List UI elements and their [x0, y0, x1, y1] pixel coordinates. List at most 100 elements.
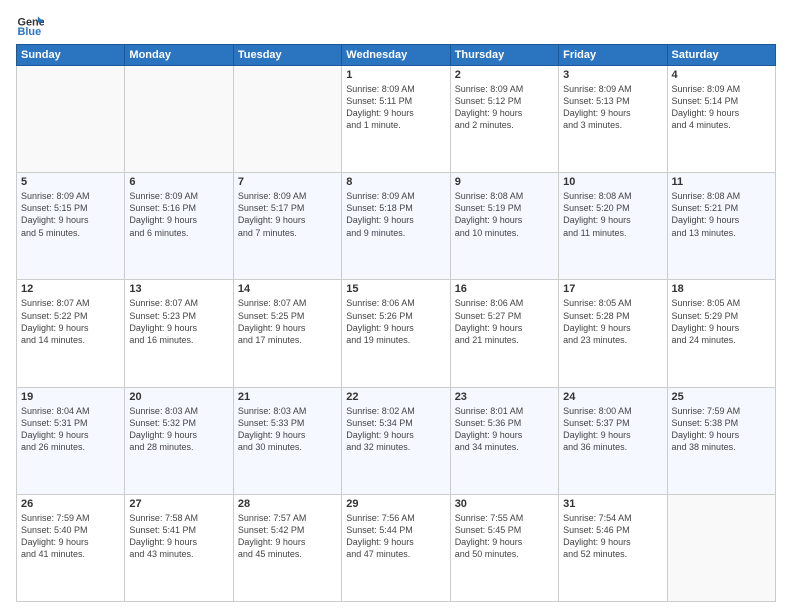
calendar-cell: 12 Sunrise: 8:07 AM Sunset: 5:22 PM Dayli…: [17, 280, 125, 387]
weekday-header-friday: Friday: [559, 45, 667, 66]
day-number: 5: [21, 176, 120, 188]
logo-icon: General Blue: [16, 10, 44, 38]
day-info: Sunrise: 8:09 AM Sunset: 5:14 PM Dayligh…: [672, 83, 771, 132]
day-number: 7: [238, 176, 337, 188]
day-number: 23: [455, 391, 554, 403]
day-number: 11: [672, 176, 771, 188]
week-row-5: 26 Sunrise: 7:59 AM Sunset: 5:40 PM Dayli…: [17, 494, 776, 601]
day-number: 2: [455, 69, 554, 81]
day-number: 31: [563, 498, 662, 510]
calendar-cell: 29 Sunrise: 7:56 AM Sunset: 5:44 PM Dayli…: [342, 494, 450, 601]
header: General Blue: [16, 10, 776, 38]
day-info: Sunrise: 8:09 AM Sunset: 5:16 PM Dayligh…: [129, 190, 228, 239]
calendar-cell: 8 Sunrise: 8:09 AM Sunset: 5:18 PM Daylig…: [342, 173, 450, 280]
day-info: Sunrise: 7:54 AM Sunset: 5:46 PM Dayligh…: [563, 512, 662, 561]
day-info: Sunrise: 8:05 AM Sunset: 5:28 PM Dayligh…: [563, 297, 662, 346]
day-info: Sunrise: 8:09 AM Sunset: 5:17 PM Dayligh…: [238, 190, 337, 239]
day-number: 26: [21, 498, 120, 510]
weekday-header-row: SundayMondayTuesdayWednesdayThursdayFrid…: [17, 45, 776, 66]
day-number: 4: [672, 69, 771, 81]
calendar-cell: 6Sunrise: 8:09 AM Sunset: 5:16 PM Daylig…: [125, 173, 233, 280]
day-info: Sunrise: 8:07 AM Sunset: 5:23 PM Dayligh…: [129, 297, 228, 346]
week-row-1: 1 Sunrise: 8:09 AM Sunset: 5:11 PM Daylig…: [17, 66, 776, 173]
calendar-cell: 25 Sunrise: 7:59 AM Sunset: 5:38 PM Dayli…: [667, 387, 775, 494]
calendar-cell: 20 Sunrise: 8:03 AM Sunset: 5:32 PM Dayli…: [125, 387, 233, 494]
calendar-cell: 14 Sunrise: 8:07 AM Sunset: 5:25 PM Dayli…: [233, 280, 341, 387]
day-info: Sunrise: 7:59 AM Sunset: 5:38 PM Dayligh…: [672, 405, 771, 454]
day-info: Sunrise: 8:08 AM Sunset: 5:21 PM Dayligh…: [672, 190, 771, 239]
day-info: Sunrise: 8:09 AM Sunset: 5:11 PM Dayligh…: [346, 83, 445, 132]
day-number: 22: [346, 391, 445, 403]
day-info: Sunrise: 8:08 AM Sunset: 5:19 PM Dayligh…: [455, 190, 554, 239]
day-info: Sunrise: 8:06 AM Sunset: 5:27 PM Dayligh…: [455, 297, 554, 346]
calendar-cell: [17, 66, 125, 173]
day-number: 16: [455, 283, 554, 295]
calendar-cell: 26 Sunrise: 7:59 AM Sunset: 5:40 PM Dayli…: [17, 494, 125, 601]
week-row-4: 19Sunrise: 8:04 AM Sunset: 5:31 PM Dayli…: [17, 387, 776, 494]
day-number: 14: [238, 283, 337, 295]
day-number: 19: [21, 391, 120, 403]
calendar-cell: 13 Sunrise: 8:07 AM Sunset: 5:23 PM Dayli…: [125, 280, 233, 387]
day-info: Sunrise: 8:07 AM Sunset: 5:25 PM Dayligh…: [238, 297, 337, 346]
day-number: 20: [129, 391, 228, 403]
calendar-cell: 15Sunrise: 8:06 AM Sunset: 5:26 PM Dayli…: [342, 280, 450, 387]
calendar-cell: 2 Sunrise: 8:09 AM Sunset: 5:12 PM Daylig…: [450, 66, 558, 173]
day-number: 28: [238, 498, 337, 510]
day-info: Sunrise: 8:05 AM Sunset: 5:29 PM Dayligh…: [672, 297, 771, 346]
calendar-cell: [667, 494, 775, 601]
day-info: Sunrise: 8:09 AM Sunset: 5:18 PM Dayligh…: [346, 190, 445, 239]
day-info: Sunrise: 7:58 AM Sunset: 5:41 PM Dayligh…: [129, 512, 228, 561]
day-number: 21: [238, 391, 337, 403]
week-row-2: 5 Sunrise: 8:09 AM Sunset: 5:15 PM Daylig…: [17, 173, 776, 280]
day-number: 8: [346, 176, 445, 188]
day-number: 30: [455, 498, 554, 510]
day-info: Sunrise: 8:03 AM Sunset: 5:32 PM Dayligh…: [129, 405, 228, 454]
day-info: Sunrise: 8:02 AM Sunset: 5:34 PM Dayligh…: [346, 405, 445, 454]
weekday-header-sunday: Sunday: [17, 45, 125, 66]
calendar-cell: 11 Sunrise: 8:08 AM Sunset: 5:21 PM Dayli…: [667, 173, 775, 280]
weekday-header-wednesday: Wednesday: [342, 45, 450, 66]
page: General Blue SundayMondayTuesdayWednesda…: [0, 0, 792, 612]
day-number: 17: [563, 283, 662, 295]
day-number: 24: [563, 391, 662, 403]
day-info: Sunrise: 7:57 AM Sunset: 5:42 PM Dayligh…: [238, 512, 337, 561]
calendar-cell: 31 Sunrise: 7:54 AM Sunset: 5:46 PM Dayli…: [559, 494, 667, 601]
day-info: Sunrise: 7:55 AM Sunset: 5:45 PM Dayligh…: [455, 512, 554, 561]
calendar-cell: 30 Sunrise: 7:55 AM Sunset: 5:45 PM Dayli…: [450, 494, 558, 601]
day-info: Sunrise: 8:09 AM Sunset: 5:13 PM Dayligh…: [563, 83, 662, 132]
calendar-cell: 27Sunrise: 7:58 AM Sunset: 5:41 PM Dayli…: [125, 494, 233, 601]
weekday-header-saturday: Saturday: [667, 45, 775, 66]
calendar-cell: 5 Sunrise: 8:09 AM Sunset: 5:15 PM Daylig…: [17, 173, 125, 280]
logo: General Blue: [16, 10, 48, 38]
day-info: Sunrise: 7:59 AM Sunset: 5:40 PM Dayligh…: [21, 512, 120, 561]
svg-text:Blue: Blue: [18, 26, 42, 38]
calendar-cell: 28 Sunrise: 7:57 AM Sunset: 5:42 PM Dayli…: [233, 494, 341, 601]
weekday-header-thursday: Thursday: [450, 45, 558, 66]
calendar-cell: 7 Sunrise: 8:09 AM Sunset: 5:17 PM Daylig…: [233, 173, 341, 280]
day-number: 25: [672, 391, 771, 403]
day-info: Sunrise: 8:07 AM Sunset: 5:22 PM Dayligh…: [21, 297, 120, 346]
calendar-cell: 17 Sunrise: 8:05 AM Sunset: 5:28 PM Dayli…: [559, 280, 667, 387]
day-info: Sunrise: 8:06 AM Sunset: 5:26 PM Dayligh…: [346, 297, 445, 346]
day-number: 13: [129, 283, 228, 295]
weekday-header-monday: Monday: [125, 45, 233, 66]
day-number: 18: [672, 283, 771, 295]
calendar-cell: [125, 66, 233, 173]
day-number: 29: [346, 498, 445, 510]
calendar-cell: 10Sunrise: 8:08 AM Sunset: 5:20 PM Dayli…: [559, 173, 667, 280]
calendar-cell: 22 Sunrise: 8:02 AM Sunset: 5:34 PM Dayli…: [342, 387, 450, 494]
calendar-cell: 9 Sunrise: 8:08 AM Sunset: 5:19 PM Daylig…: [450, 173, 558, 280]
weekday-header-tuesday: Tuesday: [233, 45, 341, 66]
week-row-3: 12 Sunrise: 8:07 AM Sunset: 5:22 PM Dayli…: [17, 280, 776, 387]
day-info: Sunrise: 8:08 AM Sunset: 5:20 PM Dayligh…: [563, 190, 662, 239]
day-info: Sunrise: 7:56 AM Sunset: 5:44 PM Dayligh…: [346, 512, 445, 561]
day-info: Sunrise: 8:09 AM Sunset: 5:15 PM Dayligh…: [21, 190, 120, 239]
calendar-cell: 21 Sunrise: 8:03 AM Sunset: 5:33 PM Dayli…: [233, 387, 341, 494]
day-number: 1: [346, 69, 445, 81]
day-info: Sunrise: 8:03 AM Sunset: 5:33 PM Dayligh…: [238, 405, 337, 454]
day-number: 12: [21, 283, 120, 295]
day-info: Sunrise: 8:09 AM Sunset: 5:12 PM Dayligh…: [455, 83, 554, 132]
day-info: Sunrise: 8:00 AM Sunset: 5:37 PM Dayligh…: [563, 405, 662, 454]
calendar-table: SundayMondayTuesdayWednesdayThursdayFrid…: [16, 44, 776, 602]
day-number: 9: [455, 176, 554, 188]
